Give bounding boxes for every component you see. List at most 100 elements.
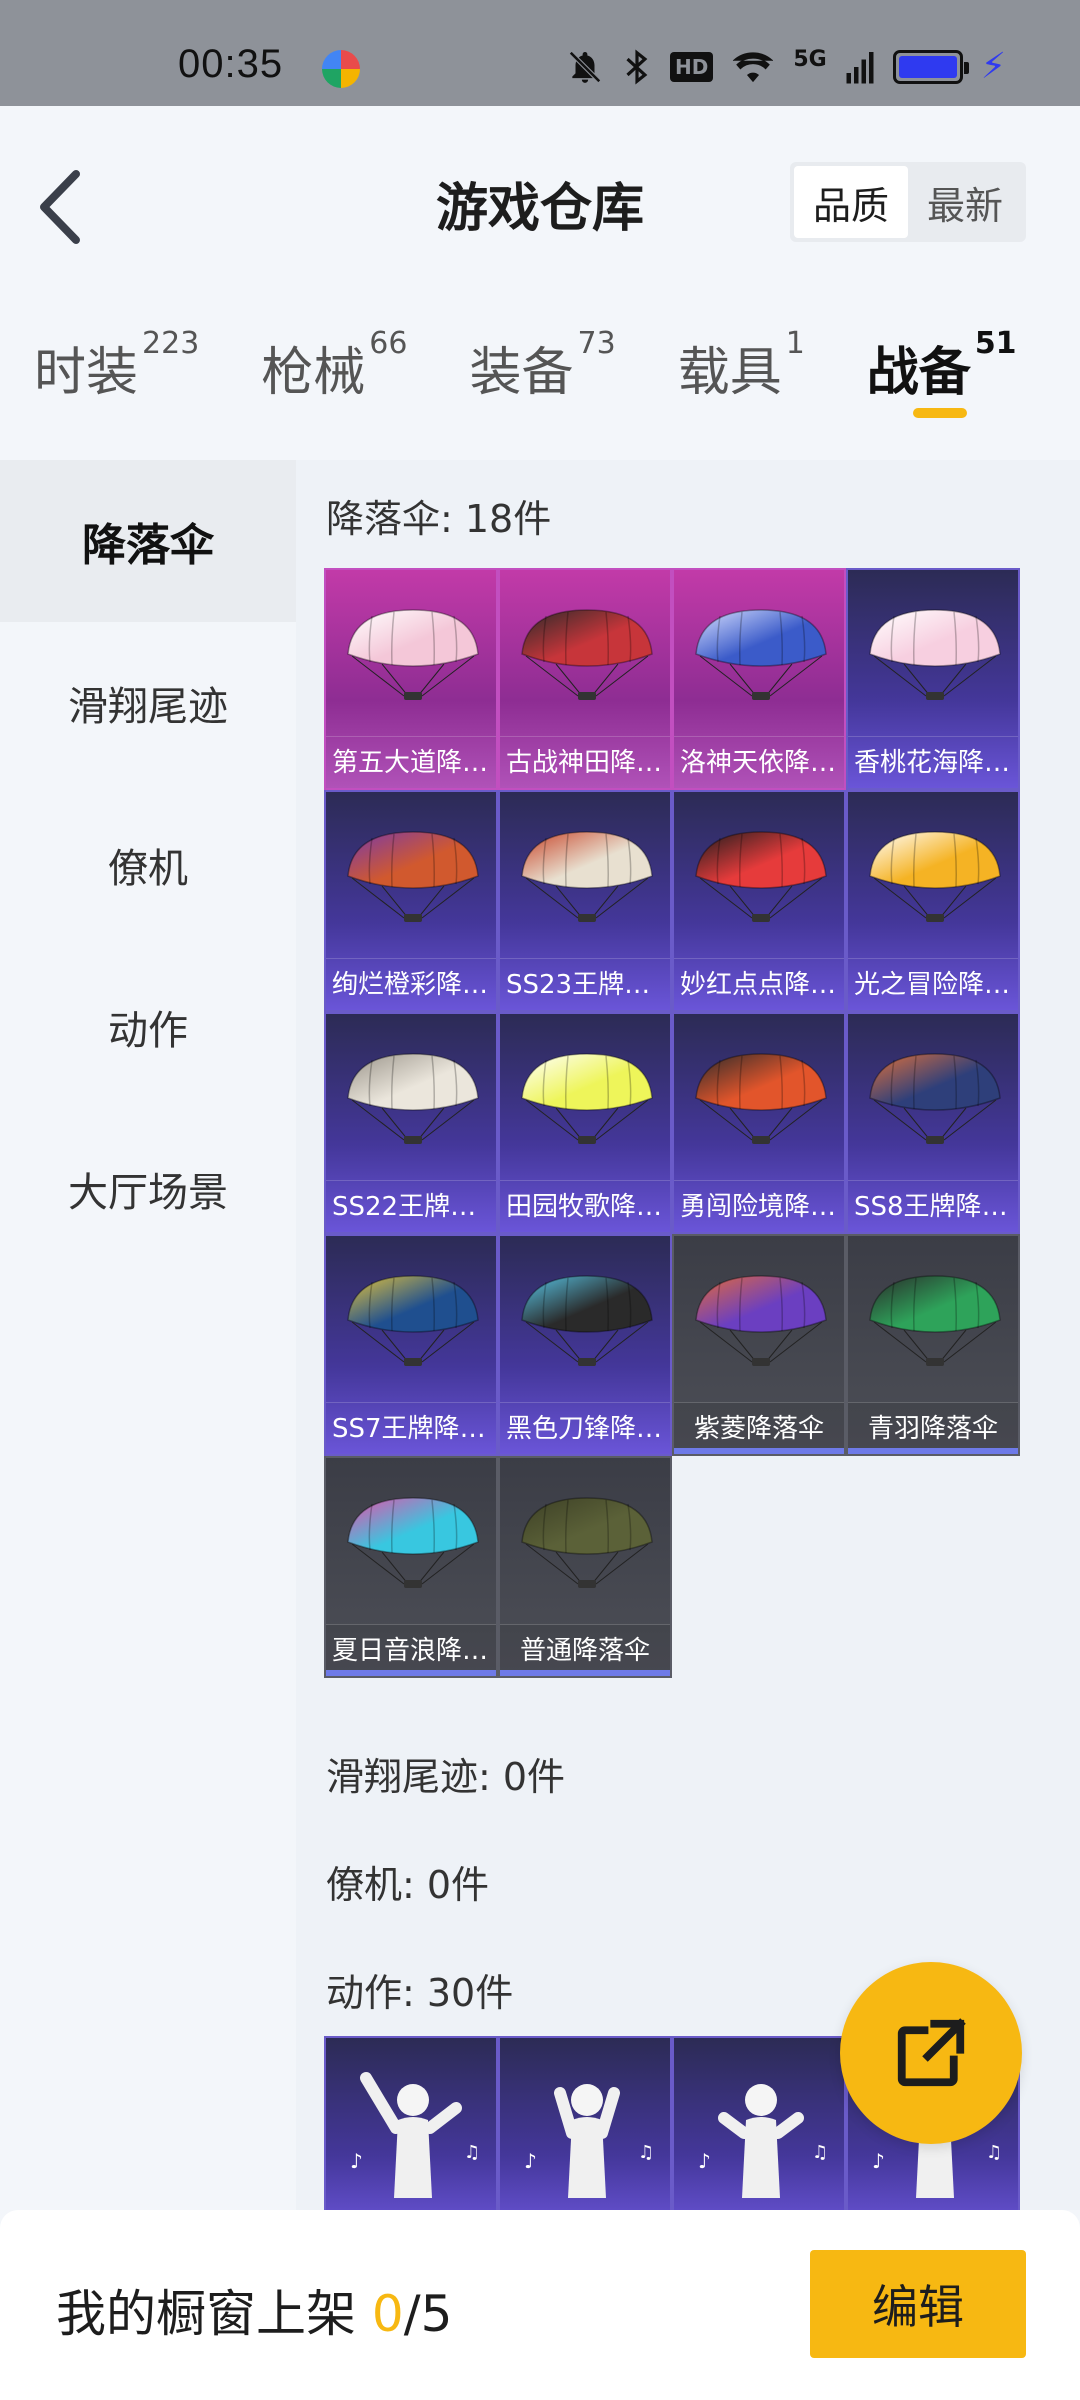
parachute-item[interactable]: 黑色刀锋降落伞: [498, 1234, 672, 1456]
parachute-item-name: 第五大道降落伞: [326, 736, 496, 788]
parachute-image: [521, 1275, 653, 1366]
share-button[interactable]: [840, 1962, 1022, 2144]
parachute-image: [695, 609, 827, 700]
svg-text:♫: ♫: [986, 2142, 1002, 2163]
svg-text:♫: ♫: [638, 2142, 654, 2163]
tab-count: 223: [142, 326, 200, 361]
parachute-item[interactable]: 青羽降落伞: [846, 1234, 1020, 1456]
battery-icon: [892, 50, 969, 84]
header: 游戏仓库 品质 最新 时装 223 枪械 66 装备 73 载具 1 战备 51: [0, 106, 1080, 418]
showcase-total-count: /5: [403, 2285, 453, 2343]
parachute-item[interactable]: 普通降落伞: [498, 1456, 672, 1678]
tab-count: 51: [974, 326, 1017, 361]
parachute-item-name: 青羽降落伞: [848, 1402, 1018, 1454]
emote-item[interactable]: ♪ ♫: [324, 2036, 498, 2210]
parachute-item[interactable]: SS23王牌降落伞: [498, 790, 672, 1012]
parachute-image: [869, 1053, 1001, 1144]
svg-text:♪: ♪: [350, 2149, 363, 2173]
external-link-icon: [897, 2018, 966, 2087]
sort-newest-button[interactable]: 最新: [908, 166, 1022, 238]
section-title-glide-trail: 滑翔尾迹: 0件: [326, 1755, 566, 1799]
parachute-item[interactable]: 紫菱降落伞: [672, 1234, 846, 1456]
item-rarity-bar: [848, 1448, 1018, 1454]
parachute-item-name: 夏日音浪降落伞: [326, 1624, 496, 1676]
tab-count: 1: [785, 326, 805, 361]
parachute-item[interactable]: 夏日音浪降落伞: [324, 1456, 498, 1678]
tab-vehicles[interactable]: 载具 1: [677, 326, 805, 405]
sidebar-item-wingman[interactable]: 僚机: [0, 784, 296, 946]
parachute-image: [521, 1053, 653, 1144]
signal-icon: [846, 52, 874, 84]
category-tabs: 时装 223 枪械 66 装备 73 载具 1 战备 51: [34, 326, 1017, 418]
tab-label: 时装: [34, 343, 139, 403]
tab-weapons[interactable]: 枪械 66: [261, 326, 407, 405]
svg-text:♫: ♫: [812, 2142, 828, 2163]
tab-label: 载具: [677, 343, 782, 403]
sidebar-item-parachute[interactable]: 降落伞: [0, 460, 296, 622]
parachute-item[interactable]: 第五大道降落伞: [324, 568, 498, 790]
emote-figure-icon: ♪ ♫: [524, 2084, 654, 2198]
tab-outfits[interactable]: 时装 223: [34, 326, 199, 405]
sidebar: 降落伞 滑翔尾迹 僚机 动作 大厅场景: [0, 460, 296, 2210]
active-tab-indicator: [912, 408, 967, 418]
parachute-item-name: 古战神田降落伞: [500, 736, 670, 788]
parachute-item[interactable]: SS7王牌降落伞: [324, 1234, 498, 1456]
tab-equipment[interactable]: 装备 73: [469, 326, 615, 405]
parachute-grid: 第五大道降落伞 古战神田降落伞 洛神天依降落伞 香桃花海降落伞绚烂橙彩降落伞 SS23王…: [324, 568, 1024, 1718]
emote-figure-icon: ♪ ♫: [698, 2084, 828, 2198]
parachute-item[interactable]: 田园牧歌降落伞: [498, 1012, 672, 1234]
parachute-item-name: 紫菱降落伞: [674, 1402, 844, 1454]
parachute-image: [347, 1053, 479, 1144]
item-rarity-bar: [674, 1448, 844, 1454]
parachute-item[interactable]: 绚烂橙彩降落伞: [324, 790, 498, 1012]
parachute-item-name: SS23王牌降落伞: [500, 958, 670, 1010]
parachute-item[interactable]: 妙红点点降落伞: [672, 790, 846, 1012]
parachute-image: [869, 609, 1001, 700]
showcase-current-count: 0: [371, 2285, 404, 2343]
parachute-image: [869, 831, 1001, 922]
network-type: 5G: [793, 46, 827, 72]
emote-item[interactable]: ♪ ♫: [498, 2036, 672, 2210]
sidebar-item-lobby-scene[interactable]: 大厅场景: [0, 1108, 296, 1270]
status-icons: HD 5G ⚡: [566, 46, 1006, 86]
showcase-label: 我的橱窗上架 0/5: [56, 2274, 452, 2346]
showcase-bar: 我的橱窗上架 0/5 编辑: [0, 2210, 1080, 2400]
parachute-image: [347, 1497, 479, 1588]
tab-combat-gear[interactable]: 战备 51: [867, 326, 1017, 418]
tab-count: 73: [577, 326, 616, 361]
parachute-image: [695, 1275, 827, 1366]
item-list[interactable]: 降落伞: 18件 第五大道降落伞 古战神田降落伞 洛神天依降落伞 香桃花海降落伞绚烂橙…: [296, 460, 1080, 2210]
parachute-item[interactable]: 洛神天依降落伞: [672, 568, 846, 790]
svg-text:♫: ♫: [464, 2142, 480, 2163]
parachute-item[interactable]: 香桃花海降落伞: [846, 568, 1020, 790]
parachute-image: [347, 609, 479, 700]
emote-item[interactable]: ♪ ♫: [672, 2036, 846, 2210]
parachute-image: [695, 1053, 827, 1144]
edit-button[interactable]: 编辑: [810, 2250, 1026, 2358]
bluetooth-icon: [626, 49, 648, 85]
emote-figure-icon: ♪ ♫: [350, 2072, 480, 2198]
tab-label: 枪械: [261, 343, 366, 403]
parachute-item[interactable]: 勇闯险境降落伞: [672, 1012, 846, 1234]
parachute-item-name: SS22王牌降落伞: [326, 1180, 496, 1232]
parachute-item[interactable]: 古战神田降落伞: [498, 568, 672, 790]
sort-quality-button[interactable]: 品质: [794, 166, 908, 238]
parachute-item-name: 勇闯险境降落伞: [674, 1180, 844, 1232]
app-notification-icon: [322, 50, 360, 88]
mute-bell-icon: [569, 51, 601, 83]
svg-text:♪: ♪: [872, 2149, 885, 2173]
sidebar-item-glide-trail[interactable]: 滑翔尾迹: [0, 622, 296, 784]
parachute-item[interactable]: 光之冒险降落伞: [846, 790, 1020, 1012]
parachute-image: [521, 609, 653, 700]
parachute-item-name: 洛神天依降落伞: [674, 736, 844, 788]
hd-badge: HD: [670, 52, 714, 82]
wifi-icon: [733, 52, 774, 83]
status-time: 00:35: [178, 42, 284, 86]
parachute-item[interactable]: SS22王牌降落伞: [324, 1012, 498, 1234]
section-title-parachute: 降落伞: 18件: [326, 497, 552, 541]
svg-text:♪: ♪: [524, 2149, 537, 2173]
parachute-item[interactable]: SS8王牌降落伞: [846, 1012, 1020, 1234]
parachute-item-name: 普通降落伞: [500, 1624, 670, 1676]
sidebar-item-emote[interactable]: 动作: [0, 946, 296, 1108]
parachute-item-name: 田园牧歌降落伞: [500, 1180, 670, 1232]
